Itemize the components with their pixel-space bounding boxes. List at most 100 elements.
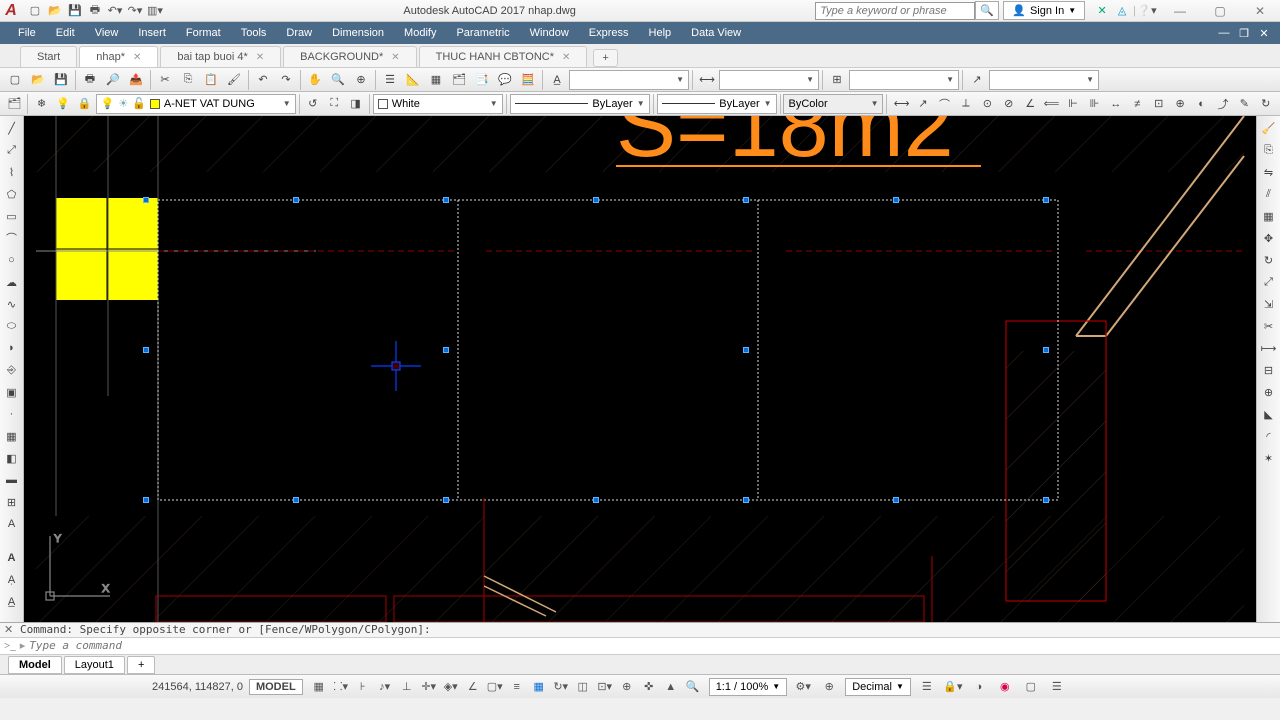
ortho-icon[interactable]: ⊥: [397, 677, 417, 697]
copy-icon[interactable]: ⎘: [177, 70, 199, 90]
command-input[interactable]: [29, 639, 1276, 652]
dim-update-icon[interactable]: ↻: [1256, 94, 1276, 114]
make-block-icon[interactable]: ▣: [2, 382, 22, 402]
menu-dataview[interactable]: Data View: [681, 22, 751, 44]
dim-rad-icon[interactable]: ⊙: [977, 94, 997, 114]
tab-add-button[interactable]: +: [593, 49, 617, 67]
undo-icon[interactable]: ↶: [252, 70, 274, 90]
grip[interactable]: [443, 347, 449, 353]
layer-prev-icon[interactable]: ↺: [303, 94, 323, 114]
layer-dropdown[interactable]: 💡☀🔓 A-NET VAT DUNG ▼: [96, 94, 296, 114]
menu-format[interactable]: Format: [176, 22, 231, 44]
menu-dimension[interactable]: Dimension: [322, 22, 394, 44]
dim-dia-icon[interactable]: ⊘: [999, 94, 1019, 114]
color-dropdown[interactable]: White ▼: [373, 94, 503, 114]
grip[interactable]: [443, 197, 449, 203]
properties-icon[interactable]: ☰: [379, 70, 401, 90]
redo-icon[interactable]: ↷▾: [126, 2, 144, 20]
zoom-icon[interactable]: 🔍: [327, 70, 349, 90]
break-icon[interactable]: ⊟: [1258, 360, 1280, 380]
chamfer-icon[interactable]: ◣: [1258, 404, 1280, 424]
grip[interactable]: [293, 497, 299, 503]
field-icon[interactable]: A̲: [2, 592, 22, 612]
units-dropdown[interactable]: Decimal▼: [845, 678, 911, 696]
redo-icon[interactable]: ↷: [275, 70, 297, 90]
arc-icon[interactable]: ⌒: [2, 228, 22, 248]
minimize-button[interactable]: —: [1160, 0, 1200, 22]
ellipse-icon[interactable]: ⬭: [2, 316, 22, 336]
layer-prop-icon[interactable]: 🗂: [4, 94, 24, 114]
dynamic-icon[interactable]: ♪▾: [375, 677, 395, 697]
scale-icon[interactable]: ⤢: [1258, 272, 1280, 292]
publish-icon[interactable]: 📤: [125, 70, 147, 90]
dim-quick-icon[interactable]: ⟸: [1041, 94, 1061, 114]
grip[interactable]: [593, 197, 599, 203]
circle-icon[interactable]: ○: [2, 250, 22, 270]
menu-draw[interactable]: Draw: [276, 22, 322, 44]
fillet-icon[interactable]: ◜: [1258, 426, 1280, 446]
layout1-tab[interactable]: Layout1: [64, 656, 125, 674]
close-icon[interactable]: ✕: [133, 52, 141, 63]
textstyle-dropdown[interactable]: ▼: [569, 70, 689, 90]
grip[interactable]: [443, 497, 449, 503]
cycling-icon[interactable]: ↻▾: [551, 677, 571, 697]
undo-icon[interactable]: ↶▾: [106, 2, 124, 20]
calc-icon[interactable]: 🧮: [517, 70, 539, 90]
dim-inspect-icon[interactable]: ◐: [1191, 94, 1211, 114]
mirror-icon[interactable]: ⇋: [1258, 162, 1280, 182]
stretch-icon[interactable]: ⇲: [1258, 294, 1280, 314]
plot-icon[interactable]: 🖶: [79, 70, 101, 90]
tablestyle-icon[interactable]: ⊞: [826, 70, 848, 90]
erase-icon[interactable]: 🧹: [1258, 118, 1280, 138]
dim-cont-icon[interactable]: ⊪: [1084, 94, 1104, 114]
extend-icon[interactable]: ⟼: [1258, 338, 1280, 358]
plotstyle-dropdown[interactable]: ByColor ▼: [783, 94, 883, 114]
layer-lock-icon[interactable]: 🔒: [74, 94, 94, 114]
close-icon[interactable]: ✕: [562, 52, 570, 63]
snap-icon[interactable]: ⸬▾: [331, 677, 351, 697]
selection-filter-icon[interactable]: ⊕: [617, 677, 637, 697]
save-icon[interactable]: 💾: [66, 2, 84, 20]
linetype-dropdown[interactable]: ByLayer ▼: [510, 94, 650, 114]
revcloud-icon[interactable]: ☁: [2, 272, 22, 292]
mleader-dropdown[interactable]: ▼: [989, 70, 1099, 90]
save-icon[interactable]: 💾: [50, 70, 72, 90]
xline-icon[interactable]: ⤢: [2, 140, 22, 160]
new-icon[interactable]: ▢: [4, 70, 26, 90]
polyline-icon[interactable]: ⌇: [2, 162, 22, 182]
close-icon[interactable]: ✕: [391, 52, 399, 63]
grip[interactable]: [143, 497, 149, 503]
grip[interactable]: [743, 497, 749, 503]
layer-iso-icon[interactable]: ◨: [345, 94, 365, 114]
insert-block-icon[interactable]: ⎆: [2, 360, 22, 380]
close-icon[interactable]: ✕: [256, 52, 264, 63]
block-icon[interactable]: ▦: [425, 70, 447, 90]
dim-tol-icon[interactable]: ⊡: [1148, 94, 1168, 114]
dim-arc-icon[interactable]: ⌒: [934, 94, 954, 114]
layer-off-icon[interactable]: 💡: [53, 94, 73, 114]
help-icon[interactable]: ❔▾: [1138, 2, 1156, 20]
workspace-icon[interactable]: ▥▾: [146, 2, 164, 20]
menu-parametric[interactable]: Parametric: [446, 22, 519, 44]
tab-background[interactable]: BACKGROUND*✕: [283, 46, 417, 67]
rotate-icon[interactable]: ↻: [1258, 250, 1280, 270]
textstyle-icon[interactable]: A̲: [546, 70, 568, 90]
menu-window[interactable]: Window: [520, 22, 579, 44]
isolate-icon[interactable]: ◑: [969, 677, 989, 697]
grip[interactable]: [143, 197, 149, 203]
grip[interactable]: [293, 197, 299, 203]
close-button[interactable]: ✕: [1240, 0, 1280, 22]
menu-tools[interactable]: Tools: [231, 22, 277, 44]
open-icon[interactable]: 📂: [46, 2, 64, 20]
grip[interactable]: [593, 497, 599, 503]
gradient-icon[interactable]: ◧: [2, 448, 22, 468]
exchange-icon[interactable]: ✕: [1093, 2, 1111, 20]
model-tab[interactable]: Model: [8, 656, 62, 674]
paste-icon[interactable]: 📋: [200, 70, 222, 90]
dynamic-ucs-icon[interactable]: ⊡▾: [595, 677, 615, 697]
grip[interactable]: [893, 497, 899, 503]
tool-palette-icon[interactable]: 🗂: [448, 70, 470, 90]
move-icon[interactable]: ✥: [1258, 228, 1280, 248]
tab-nhap[interactable]: nhap*✕: [79, 46, 158, 67]
dim-jog-icon[interactable]: ⤴: [1213, 94, 1233, 114]
